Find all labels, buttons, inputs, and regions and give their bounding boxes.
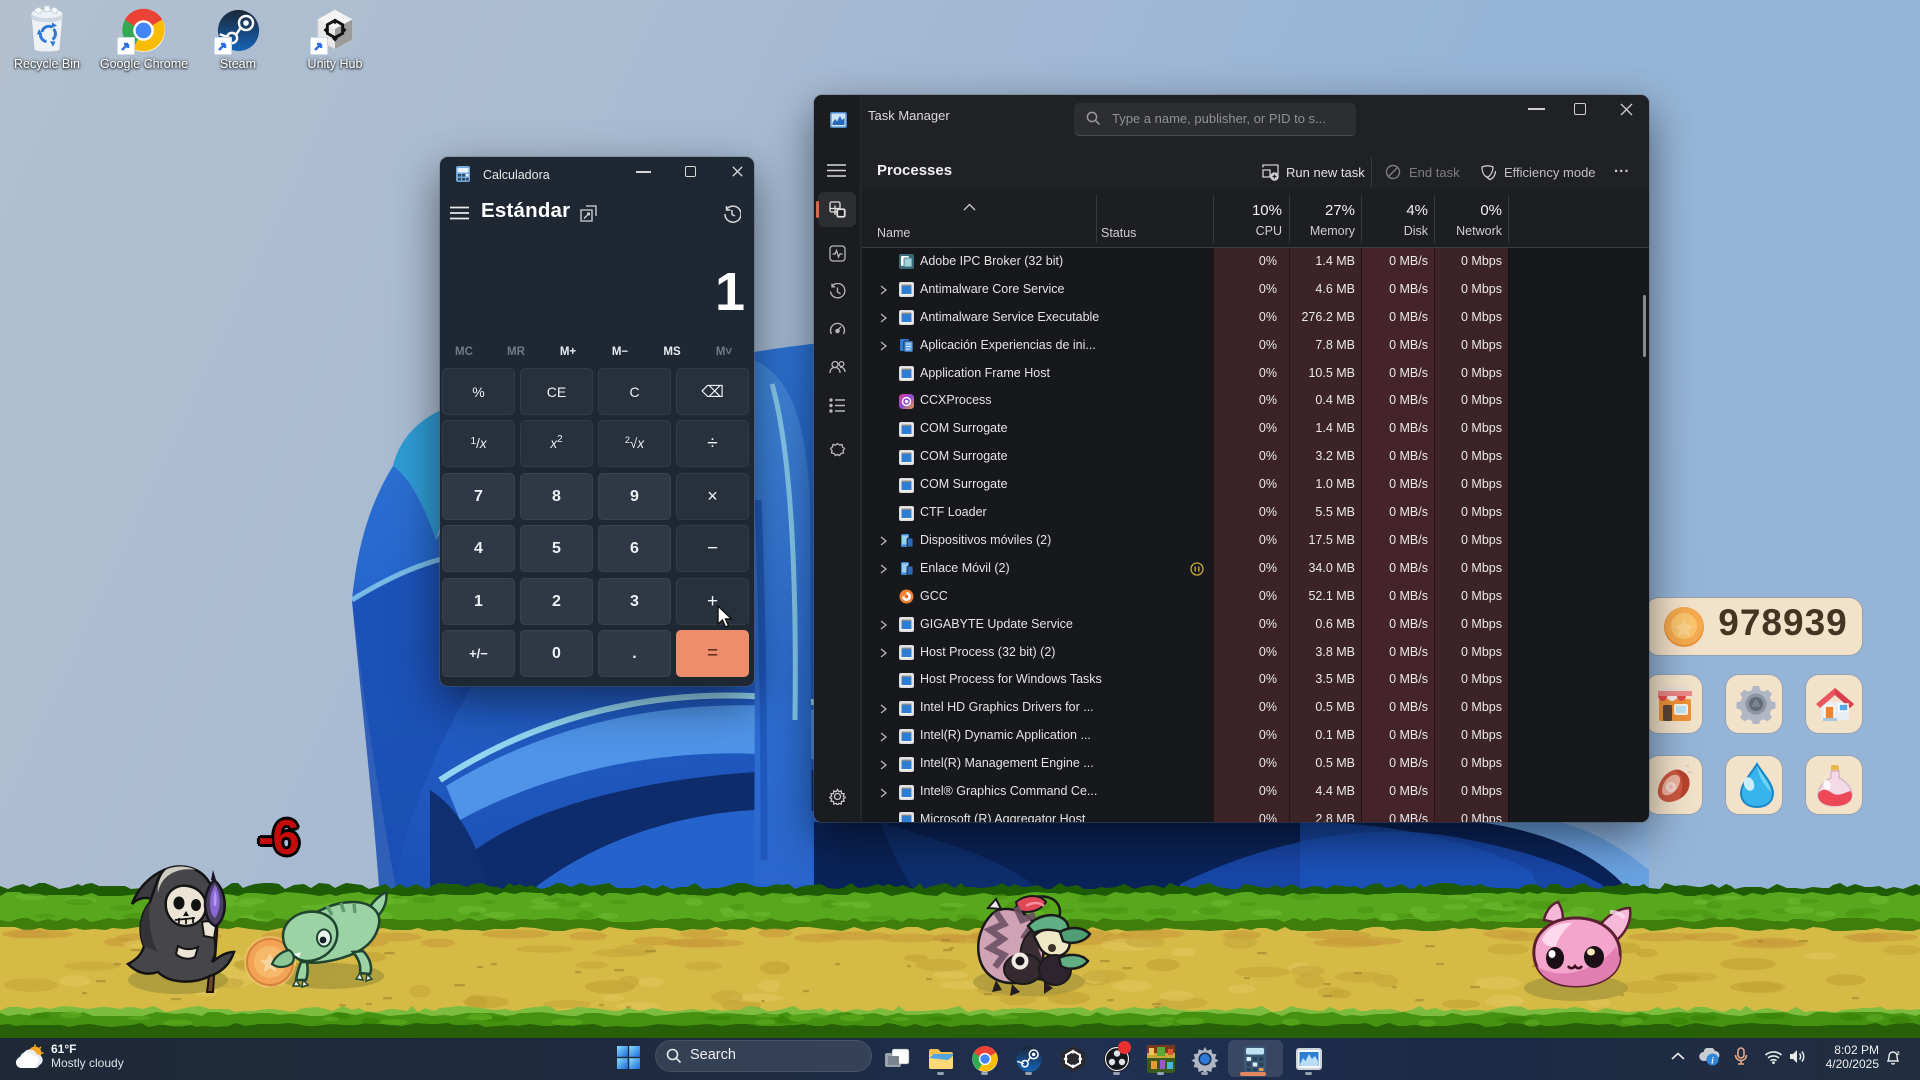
svg-text:z: z xyxy=(1897,1050,1901,1057)
